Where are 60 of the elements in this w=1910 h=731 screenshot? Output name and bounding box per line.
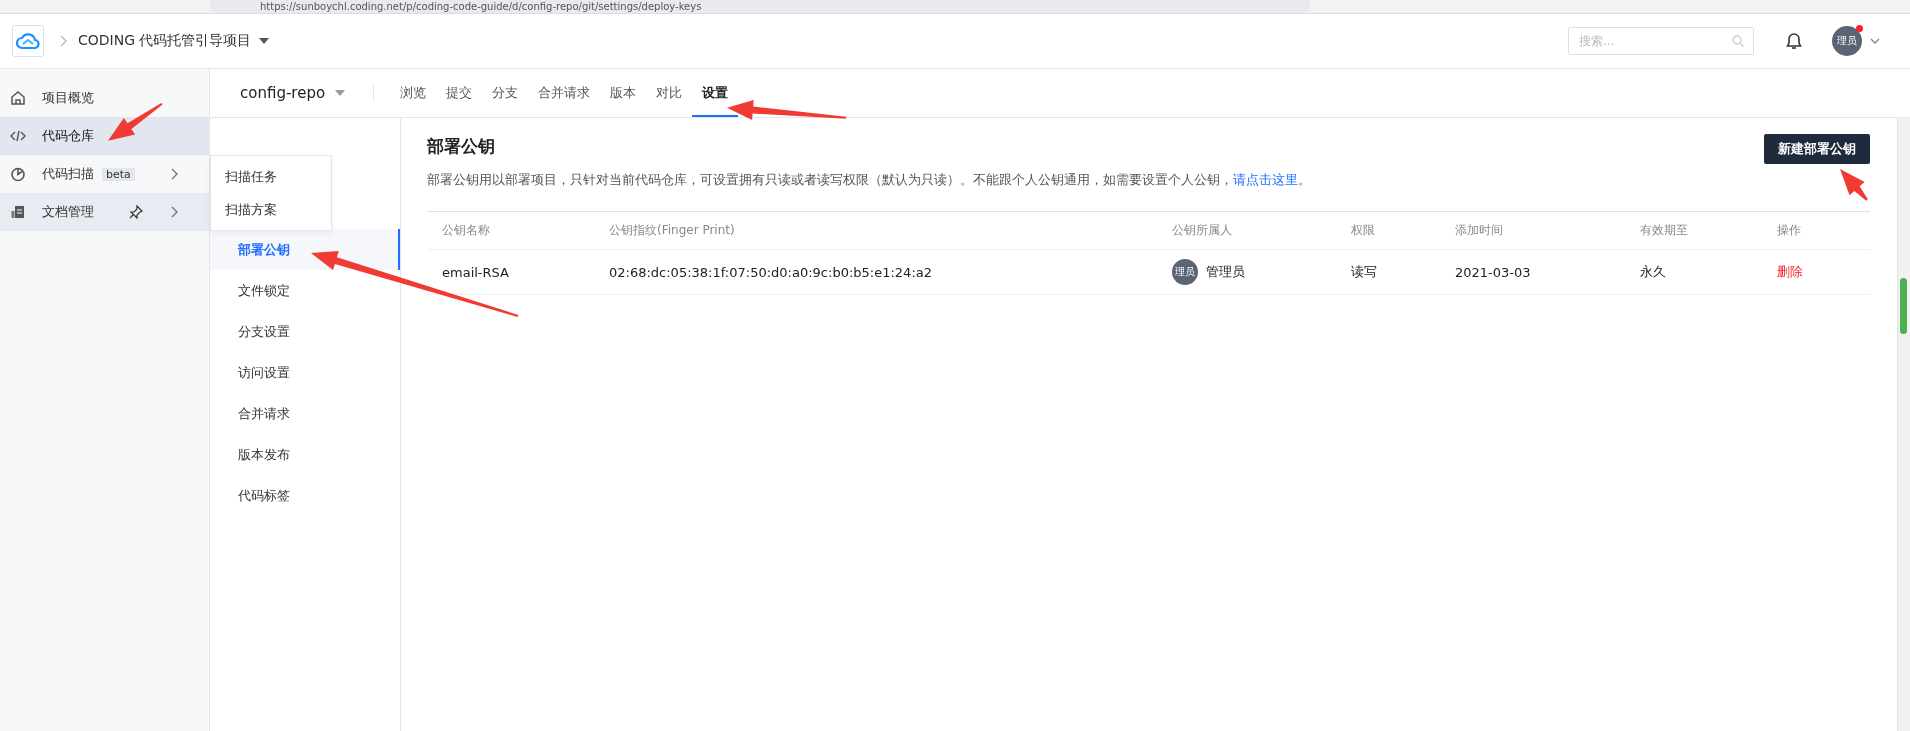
repo-dropdown[interactable]: config-repo [240, 84, 346, 102]
scrollbar[interactable] [1897, 118, 1910, 731]
notification-button[interactable] [1786, 32, 1802, 50]
settings-nav-item[interactable]: 部署公钥 [210, 229, 400, 270]
repo-tab[interactable]: 提交 [436, 69, 483, 117]
page-title: 部署公钥 [427, 135, 496, 158]
submenu-item[interactable]: 扫描任务 [211, 160, 331, 193]
settings-nav-item[interactable]: 版本发布 [210, 434, 400, 475]
settings-nav-item[interactable]: 合并请求 [210, 393, 400, 434]
repo-tab[interactable]: 分支 [482, 69, 529, 117]
settings-nav-item[interactable]: 文件锁定 [210, 270, 400, 311]
sidebar-item[interactable]: 项目概览 [0, 79, 209, 117]
clock-icon [10, 166, 26, 182]
column-header: 权限 [1350, 222, 1376, 239]
beta-badge: beta [102, 167, 135, 181]
user-avatar: 理员 [1832, 26, 1862, 56]
submenu-item[interactable]: 扫描方案 [211, 193, 331, 226]
description-text: 部署公钥用以部署项目，只针对当前代码仓库，可设置拥有只读或者读写权限（默认为只读）。不能跟个人公钥通用，如需要设置个人公钥，请点击这里。 [427, 172, 1312, 189]
bell-icon [1786, 32, 1802, 50]
delete-link[interactable]: 删除 [1777, 264, 1803, 279]
new-key-button[interactable]: 新建部署公钥 [1764, 134, 1870, 164]
column-header: 公钥指纹(Finger Print) [608, 222, 736, 239]
cloud-logo-icon [16, 32, 40, 50]
help-link[interactable]: 请点击这里 [1233, 172, 1298, 187]
table-cell-text: 02:68:dc:05:38:1f:07:50:d0:a0:9c:b0:b5:e1:24:a2 [608, 264, 933, 280]
user-avatar: 理员 [1172, 259, 1198, 285]
search-icon [1732, 35, 1744, 47]
owner-name: 管理员 [1206, 263, 1245, 281]
column-header: 操作 [1776, 222, 1802, 239]
project-dropdown[interactable]: CODING 代码托管引导项目 [78, 32, 270, 50]
sidebar-item[interactable]: 代码仓库 [0, 117, 209, 155]
caret-down-icon [259, 38, 270, 44]
url-text: https://sunboychl.coding.net/p/coding-code-guide/d/config-repo/git/settings/deploy-keys [260, 0, 702, 13]
settings-nav-item[interactable]: 代码标签 [210, 475, 400, 516]
table-cell-text: 2021-03-03 [1454, 264, 1532, 280]
column-header: 公钥所属人 [1171, 222, 1233, 239]
document-icon [10, 204, 26, 220]
settings-nav-item[interactable]: 分支设置 [210, 311, 400, 352]
chevron-down-icon [1870, 38, 1880, 44]
chevron-right-icon [58, 34, 68, 48]
caret-down-icon [335, 90, 346, 96]
column-header: 添加时间 [1454, 222, 1504, 239]
settings-nav-item[interactable]: 访问设置 [210, 352, 400, 393]
code-icon [10, 128, 26, 144]
repo-tab[interactable]: 版本 [600, 69, 647, 117]
column-header: 有效期至 [1639, 222, 1689, 239]
table-cell-text: email-RSA [441, 264, 510, 280]
address-bar[interactable]: https://sunboychl.coding.net/p/coding-code-guide/d/config-repo/git/settings/deploy-keys [210, 0, 1310, 13]
home-icon [10, 90, 26, 106]
user-menu-button[interactable]: 理员 [1832, 26, 1880, 56]
repo-tab[interactable]: 对比 [646, 69, 693, 117]
scrollbar-thumb[interactable] [1900, 278, 1907, 334]
table-cell-text: 读写 [1350, 263, 1378, 281]
search-field[interactable]: 搜索... [1568, 27, 1754, 55]
repo-tab[interactable]: 浏览 [390, 69, 437, 117]
column-header: 公钥名称 [441, 222, 491, 239]
logo-button[interactable] [12, 25, 44, 57]
repo-tab[interactable]: 合并请求 [528, 69, 601, 117]
table-cell-text: 永久 [1639, 263, 1667, 281]
sidebar-item[interactable]: 文档管理 [0, 193, 209, 231]
